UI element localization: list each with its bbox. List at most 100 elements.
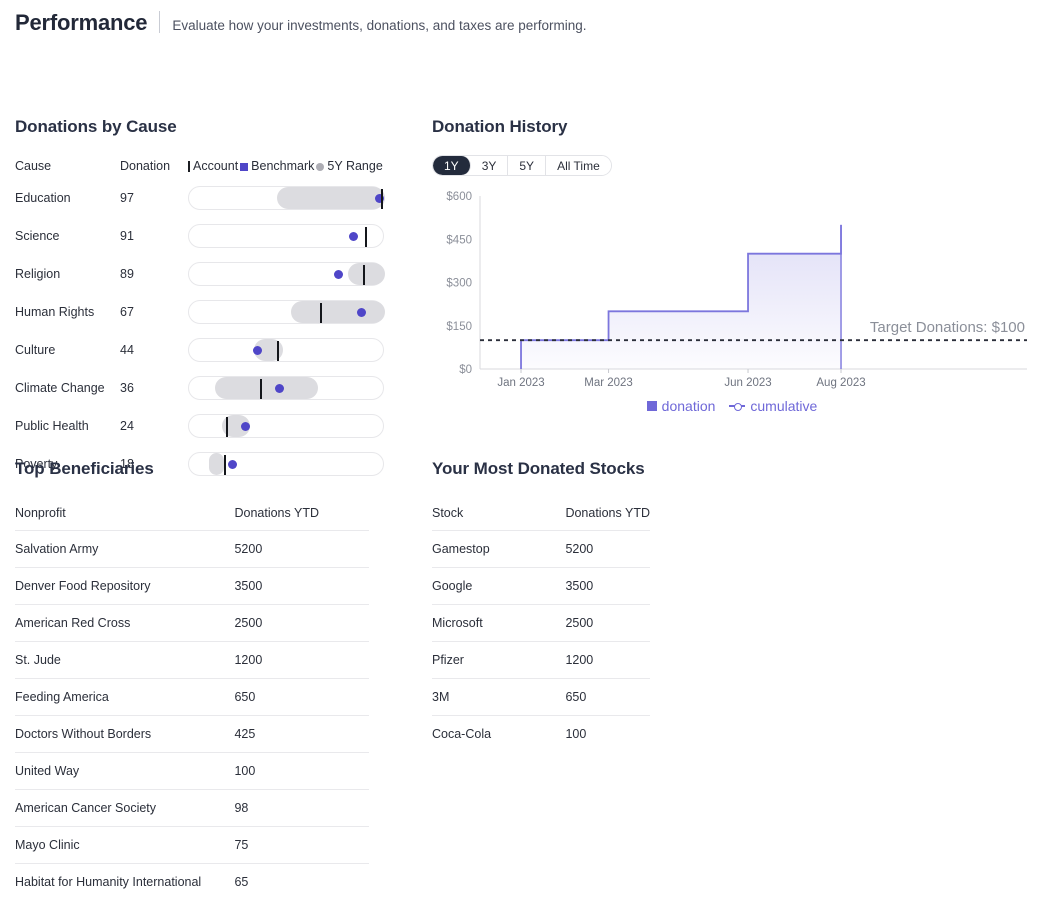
table-row: Google 3500 (432, 567, 650, 605)
row-name: Mayo Clinic (15, 826, 235, 864)
tick-mark-icon (188, 160, 190, 172)
benchmark-dot-icon (349, 231, 359, 241)
most-donated-stocks-table: Stock Donations YTD Gamestop 5200 Google 35… (432, 506, 650, 752)
bullet-track (188, 376, 384, 400)
row-value: 650 (565, 678, 650, 716)
y-axis-tick-label: $0 (459, 364, 472, 376)
donation-value: 67 (120, 305, 134, 319)
donations-by-cause-table: Cause Donation Account Benchmark 5Y Rang… (15, 159, 398, 483)
bullet-cell (188, 407, 398, 445)
page-title: Performance (15, 10, 148, 35)
top-beneficiaries-body: Salvation Army 5200 Denver Food Repository… (15, 530, 369, 900)
legend-benchmark-label: Benchmark (251, 159, 315, 173)
row-value: 650 (234, 678, 369, 716)
table-row: Gamestop 5200 (432, 530, 650, 568)
bullet-cell (188, 255, 398, 293)
benchmark-dot-icon (253, 345, 263, 355)
row-name: Salvation Army (15, 530, 235, 568)
table-row: United Way 100 (15, 752, 369, 790)
legend-account: Account (188, 159, 240, 173)
row-name: American Cancer Society (15, 789, 235, 827)
target-donations-label: Target Donations: $100 (870, 319, 1025, 336)
table-row: St. Jude 1200 (15, 641, 369, 679)
cause-label: Science (15, 229, 60, 243)
table-header-row: Stock Donations YTD (432, 506, 650, 531)
cause-label: Human Rights (15, 305, 95, 319)
cause-label: Public Health (15, 419, 89, 433)
donation-value: 97 (120, 191, 134, 205)
x-axis-tick-label: Jan 2023 (497, 377, 544, 389)
square-marker-icon (646, 401, 657, 411)
account-tick-icon (320, 303, 323, 323)
table-row: Mayo Clinic 75 (15, 826, 369, 864)
y-axis-tick-label: $150 (446, 321, 472, 333)
donation-value: 89 (120, 267, 134, 281)
donation-value: 24 (120, 419, 134, 433)
donation-value: 36 (120, 381, 134, 395)
row-name: Doctors Without Borders (15, 715, 235, 753)
table-row: Culture 44 (15, 331, 398, 369)
column-header-donations-ytd: Donations YTD (234, 506, 320, 520)
row-value: 1200 (565, 641, 650, 679)
bullet-cell (188, 293, 398, 331)
row-value: 425 (234, 715, 369, 753)
column-header-legend: Account Benchmark 5Y Range (188, 159, 398, 179)
row-value: 3500 (234, 567, 369, 605)
time-range-switch[interactable]: 1Y 3Y 5Y All Time (432, 155, 612, 176)
row-value: 5200 (234, 530, 369, 568)
line-dot-marker-icon (729, 403, 746, 411)
row-value: 2500 (565, 604, 650, 642)
column-header-cause: Cause (15, 159, 52, 173)
bullet-track (188, 224, 384, 248)
row-name: St. Jude (15, 641, 235, 679)
most-donated-stocks-body: Gamestop 5200 Google 3500 Microsoft 2500 Pfize… (432, 530, 650, 752)
table-row: Doctors Without Borders 425 (15, 715, 369, 753)
column-header-nonprofit: Nonprofit (15, 506, 66, 520)
bullet-range-band (290, 301, 385, 323)
bullet-track (188, 414, 384, 438)
chart-legend-label: cumulative (750, 398, 818, 414)
table-row: Salvation Army 5200 (15, 530, 369, 568)
legend-range: 5Y Range (316, 159, 384, 173)
column-header-donations-ytd: Donations YTD (565, 506, 650, 520)
legend-benchmark: Benchmark (240, 159, 316, 173)
table-row: Microsoft 2500 (432, 604, 650, 642)
range-option-1y[interactable]: 1Y (433, 156, 471, 175)
benchmark-dot-icon (274, 383, 284, 393)
y-axis-tick-label: $450 (446, 234, 472, 246)
row-value: 75 (234, 826, 369, 864)
most-donated-stocks-title: Your Most Donated Stocks (432, 459, 645, 478)
row-name: 3M (432, 678, 566, 716)
account-tick-icon (363, 265, 366, 285)
cause-label: Education (15, 191, 71, 205)
table-row: Pfizer 1200 (432, 641, 650, 679)
top-beneficiaries-panel: Top Beneficiaries Nonprofit Donations YT… (15, 459, 415, 902)
cause-label: Climate Change (15, 381, 105, 395)
row-name: Microsoft (432, 604, 566, 642)
row-value: 5200 (565, 530, 650, 568)
range-option-3y[interactable]: 3Y (470, 156, 509, 175)
row-value: 65 (234, 863, 369, 900)
x-axis-tick-label: Aug 2023 (816, 377, 865, 389)
table-row: Religion 89 (15, 255, 398, 293)
table-row: American Red Cross 2500 (15, 604, 369, 642)
table-row: Feeding America 650 (15, 678, 369, 716)
y-axis-tick-label: $600 (446, 191, 472, 203)
row-name: Gamestop (432, 530, 566, 568)
benchmark-dot-icon (241, 421, 251, 431)
legend-account-label: Account (193, 159, 239, 173)
range-option-5y[interactable]: 5Y (508, 156, 547, 175)
donation-history-chart: $0 $150 $300 $450 $600 Jan 2023 Mar 2023 Jun 20… (432, 186, 1032, 416)
chart-legend-item-donation: donation (646, 398, 716, 414)
circle-marker-icon (316, 163, 325, 171)
cause-label: Religion (15, 267, 61, 281)
page-header: Performance Evaluate how your investment… (0, 0, 1042, 44)
table-row: Science 91 (15, 217, 398, 255)
range-option-all-time[interactable]: All Time (546, 156, 611, 175)
account-tick-icon (277, 341, 280, 361)
x-axis-tick-label: Jun 2023 (724, 377, 771, 389)
chart-legend-label: donation (661, 398, 716, 414)
account-tick-icon (381, 189, 384, 209)
table-row: Human Rights 67 (15, 293, 398, 331)
account-tick-icon (365, 227, 368, 247)
